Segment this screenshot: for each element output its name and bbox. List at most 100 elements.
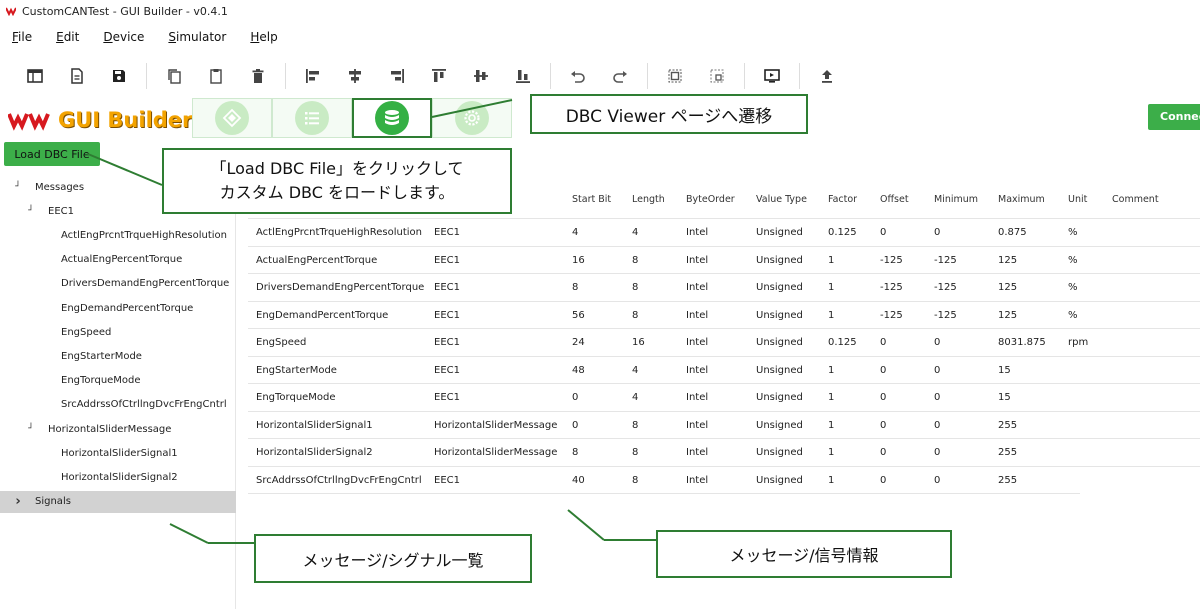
expand-toggle-icon[interactable]: › [13, 494, 23, 509]
tree-item-signal[interactable]: HorizontalSliderSignal2 [0, 466, 236, 488]
tree-item-label: EEC1 [48, 205, 74, 217]
table-cell: 8 [632, 309, 639, 321]
table-cell: 8 [632, 419, 639, 431]
menu-simulator[interactable]: Simulator [156, 30, 238, 44]
table-cell: 16 [572, 254, 585, 266]
align-left-icon[interactable] [300, 63, 326, 89]
tree-item-signal[interactable]: ActlEngPrcntTrqueHighResolution [0, 224, 236, 246]
table-cell: 16 [632, 337, 645, 348]
table-row[interactable]: SrcAddrssOfCtrllngDvcFrEngCntrl EEC1 40 8 In… [248, 465, 1200, 493]
tree-item-label: ActualEngPercentTorque [61, 254, 183, 266]
logo-text: GUI Builder [58, 108, 193, 132]
align-bottom-icon[interactable] [510, 63, 536, 89]
table-row[interactable]: ActlEngPrcntTrqueHighResolution EEC1 4 4 Int… [248, 218, 1200, 245]
menu-help[interactable]: Help [238, 30, 289, 44]
table-row[interactable]: DriversDemandEngPercentTorque EEC1 8 8 Intel… [248, 273, 1200, 300]
redo-icon[interactable] [607, 63, 633, 89]
tree-item-horizontal-slider-message[interactable]: ┘ HorizontalSliderMessage [0, 418, 236, 440]
callout-load-dbc-line1: 「Load DBC File」をクリックして [210, 159, 464, 178]
align-right-icon[interactable] [384, 63, 410, 89]
table-cell: HorizontalSliderSignal2 [256, 447, 373, 458]
tree-item-signals[interactable]: › Signals [0, 490, 236, 513]
tab-settings[interactable] [432, 98, 512, 138]
tree-item-label: HorizontalSliderSignal2 [61, 471, 178, 483]
callout-dbc-viewer: DBC Viewer ページへ遷移 [530, 94, 808, 134]
app-icon [6, 6, 16, 16]
undo-icon[interactable] [565, 63, 591, 89]
table-cell: Unsigned [756, 392, 803, 403]
align-center-icon[interactable] [342, 63, 368, 89]
table-cell: Intel [686, 337, 709, 348]
delete-icon[interactable] [245, 63, 271, 89]
collapse-toggle-icon[interactable]: ┘ [26, 206, 36, 216]
load-dbc-file-button[interactable]: Load DBC File [4, 142, 100, 166]
collapse-toggle-icon[interactable]: ┘ [26, 424, 36, 434]
table-cell: % [1068, 282, 1078, 293]
table-cell: Unsigned [756, 474, 803, 486]
tree-item-signal[interactable]: EngSpeed [0, 321, 236, 343]
align-middle-icon[interactable] [468, 63, 494, 89]
tree-item-signal[interactable]: SrcAddrssOfCtrllngDvcFrEngCntrl [0, 394, 236, 416]
table-cell: Unsigned [756, 447, 803, 458]
menu-file[interactable]: File [0, 30, 44, 44]
collapse-toggle-icon[interactable]: ┘ [13, 182, 23, 192]
table-cell: 15 [998, 392, 1011, 403]
tree-item-signal[interactable]: EngDemandPercentTorque [0, 297, 236, 319]
column-header[interactable]: Unit [1068, 194, 1087, 205]
table-cell: 0 [880, 447, 887, 458]
table-cell: EEC1 [434, 309, 460, 321]
tree-item-signal[interactable]: EngStarterMode [0, 345, 236, 367]
table-cell: 0 [880, 474, 887, 486]
tree-item-signal[interactable]: DriversDemandEngPercentTorque [0, 273, 236, 295]
table-row[interactable]: EngTorqueMode EEC1 0 4 Intel Unsigned 1 0 0 15 [248, 383, 1200, 410]
open-file-icon[interactable] [64, 63, 90, 89]
column-header[interactable]: Value Type [756, 194, 807, 205]
tab-dbc-viewer[interactable] [352, 98, 432, 138]
table-row[interactable]: EngStarterMode EEC1 48 4 Intel Unsigned 1 0 0 15 [248, 355, 1200, 383]
connect-button[interactable]: Connect [1148, 104, 1200, 130]
column-header[interactable]: Start Bit [572, 194, 611, 205]
table-cell: 0 [934, 364, 941, 376]
column-header[interactable]: Minimum [934, 194, 978, 205]
column-header[interactable]: Length [632, 194, 665, 205]
ungroup-icon[interactable] [704, 63, 730, 89]
table-cell: Intel [686, 364, 709, 376]
table-cell: 8 [632, 447, 639, 458]
column-header[interactable]: Maximum [998, 194, 1045, 205]
table-cell: Unsigned [756, 337, 803, 348]
toolbar-separator [799, 63, 800, 89]
column-header[interactable]: Comment [1112, 194, 1159, 205]
table-row[interactable]: HorizontalSliderSignal1 HorizontalSliderM… [248, 410, 1200, 438]
table-cell: 8 [572, 447, 579, 458]
table-cell: Unsigned [756, 254, 803, 266]
table-cell: 0 [934, 447, 941, 458]
group-icon[interactable] [662, 63, 688, 89]
tree-item-signal[interactable]: HorizontalSliderSignal1 [0, 442, 236, 464]
table-row[interactable]: HorizontalSliderSignal2 HorizontalSliderM… [248, 438, 1200, 465]
upload-icon[interactable] [814, 63, 840, 89]
copy-icon[interactable] [161, 63, 187, 89]
column-header[interactable]: Offset [880, 194, 909, 205]
simulator-display-icon[interactable] [759, 63, 785, 89]
tree-item-label: HorizontalSliderSignal1 [61, 447, 178, 459]
tree-item-label: Signals [35, 496, 71, 508]
paste-icon[interactable] [203, 63, 229, 89]
table-row[interactable]: EngDemandPercentTorque EEC1 56 8 Intel Unsign… [248, 300, 1200, 328]
menu-device[interactable]: Device [91, 30, 156, 44]
tree-item-signal[interactable]: ActualEngPercentTorque [0, 249, 236, 271]
table-row[interactable]: EngSpeed EEC1 24 16 Intel Unsigned 0.125 0 0 8031… [248, 328, 1200, 355]
align-top-icon[interactable] [426, 63, 452, 89]
new-screen-icon[interactable] [22, 63, 48, 89]
column-header[interactable]: ByteOrder [686, 194, 735, 205]
table-cell: SrcAddrssOfCtrllngDvcFrEngCntrl [256, 474, 422, 486]
column-header[interactable]: Factor [828, 194, 857, 205]
table-cell: 0 [880, 392, 887, 403]
menu-edit[interactable]: Edit [44, 30, 91, 44]
save-icon[interactable] [106, 63, 132, 89]
table-row[interactable]: ActualEngPercentTorque EEC1 16 8 Intel Unsign… [248, 245, 1200, 273]
tree-item-signal[interactable]: EngTorqueMode [0, 370, 236, 392]
table-cell: 4 [632, 392, 639, 403]
table-cell: EEC1 [434, 337, 460, 348]
tab-list[interactable] [272, 98, 352, 138]
tab-layout-designer[interactable] [192, 98, 272, 138]
